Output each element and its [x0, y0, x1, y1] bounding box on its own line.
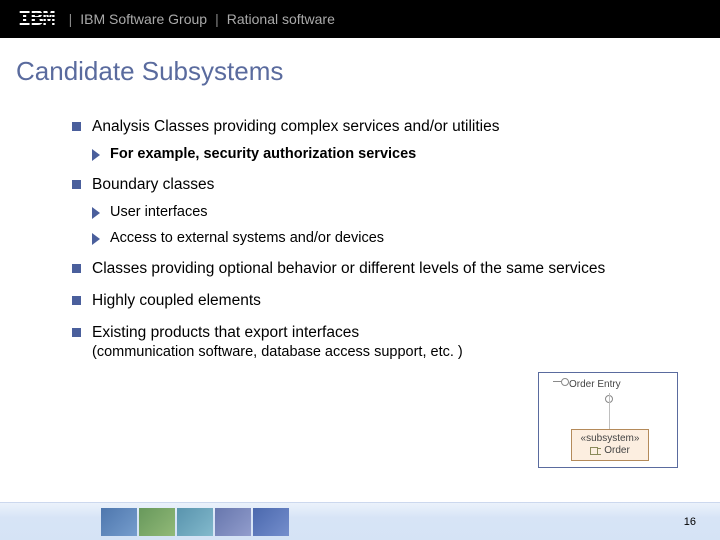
interface-icon [553, 378, 565, 390]
ibm-logo-text: IBM [18, 7, 55, 32]
bullet-level2: For example, security authorization serv… [92, 146, 690, 162]
slide-title: Candidate Subsystems [16, 56, 283, 87]
bullet-level1: Analysis Classes providing complex servi… [72, 118, 690, 136]
bullet-level2: Access to external systems and/or device… [92, 230, 690, 246]
subsystem-diagram: Order Entry «subsystem» Order [538, 372, 678, 468]
bullet-level1: Boundary classes [72, 176, 690, 194]
bullet-level2: User interfaces [92, 204, 690, 220]
ibm-logo: IBM [18, 7, 55, 32]
bullet-paren: (communication software, database access… [92, 344, 492, 360]
subsystem-name-row: Order [572, 445, 648, 457]
subsystem-stereotype: «subsystem» [572, 433, 648, 445]
footer-bar: 16 [0, 502, 720, 540]
subsystem-box: «subsystem» Order [571, 429, 649, 461]
footer-tile-icon [215, 508, 251, 536]
footer-tile-icon [253, 508, 289, 536]
footer-tile-icon [177, 508, 213, 536]
bullet-level1: Existing products that export interfaces [72, 324, 472, 342]
page-number: 16 [684, 516, 696, 528]
lollipop-stem-icon [609, 393, 610, 429]
bullet-level1: Highly coupled elements [72, 292, 690, 310]
interface-label: Order Entry [569, 379, 621, 390]
footer-tile-icon [101, 508, 137, 536]
header-separator: | [215, 11, 219, 27]
footer-decor [100, 503, 290, 540]
bullet-level1: Classes providing optional behavior or d… [72, 260, 690, 278]
subsystem-name: Order [604, 445, 630, 457]
header-bar: IBM | IBM Software Group | Rational soft… [0, 0, 720, 38]
slide-body: Analysis Classes providing complex servi… [72, 104, 690, 360]
header-product: Rational software [227, 11, 335, 27]
slide: IBM | IBM Software Group | Rational soft… [0, 0, 720, 540]
component-icon [590, 447, 600, 455]
footer-tile-icon [139, 508, 175, 536]
header-group: IBM Software Group [80, 11, 207, 27]
header-separator: | [69, 11, 73, 27]
